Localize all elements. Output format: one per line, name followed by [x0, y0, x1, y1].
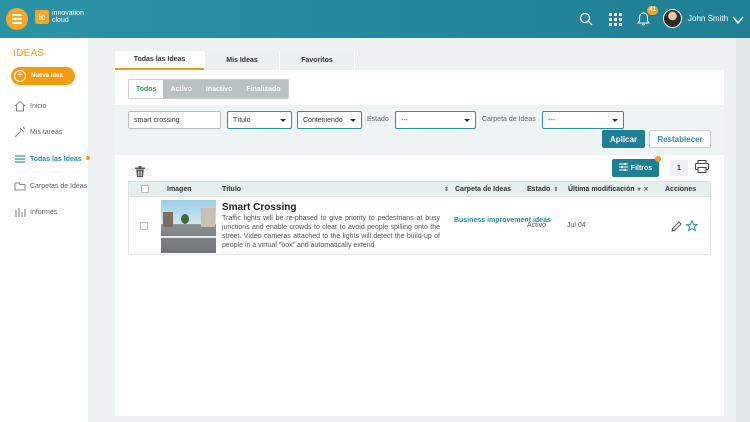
sidebar-title: IDEAS — [13, 48, 45, 59]
bell-icon[interactable]: 41 — [634, 6, 658, 28]
sidebar-item-label: Mis tareas — [30, 128, 63, 136]
sidebar-item-inicio[interactable]: Inicio — [0, 95, 88, 117]
top-bar: ic innovation cloud 41 John Smith — [0, 0, 750, 38]
sidebar-item-mis-tareas[interactable]: Mis tareas — [0, 121, 88, 143]
caret-down-icon — [612, 118, 618, 122]
home-icon — [13, 100, 26, 113]
sidebar-item-label: Inicio — [30, 102, 47, 110]
results-count: 1 — [670, 160, 688, 176]
idea-tabs: Todas las Ideas Mis Ideas Favoritos — [115, 51, 355, 70]
tab-favoritos[interactable]: Favoritos — [280, 51, 355, 70]
sidebar-item-label: Todas las Ideas — [30, 155, 82, 163]
logo-line2: cloud — [52, 17, 69, 24]
sidebar-item-label: Carpetas de Ideas — [30, 182, 88, 190]
column-header-titulo[interactable]: Título ⇕ — [222, 182, 449, 196]
sliders-icon — [618, 162, 628, 173]
column-header-imagen: Imagen — [167, 185, 192, 193]
apps-grid-icon[interactable] — [606, 10, 624, 28]
table-header: Imagen Título ⇕ Carpeta de Ideas Estado ⇕ … — [128, 181, 711, 197]
sidebar-item-todas-las-ideas[interactable]: Todas las Ideas — [0, 148, 90, 170]
status-finalizado[interactable]: Finalizado — [239, 80, 288, 98]
folder-select[interactable]: --- — [542, 111, 624, 129]
star-favorite-icon[interactable] — [685, 219, 699, 237]
search-input[interactable]: smart crossing — [128, 111, 221, 129]
logo-mark: ic — [35, 10, 49, 24]
caret-down-icon — [464, 118, 470, 122]
reset-button[interactable]: Restablecer — [649, 130, 711, 148]
sidebar-item-informes[interactable]: Informes — [0, 201, 88, 223]
sort-desc-icon[interactable]: ▾ — [638, 186, 641, 193]
hamburger-menu-button[interactable] — [6, 8, 28, 30]
field-select-value: Título — [233, 116, 251, 124]
estado-label: Estado — [367, 116, 389, 123]
filters-label: Filtros — [630, 164, 653, 172]
right-edge-panel — [736, 38, 750, 422]
row-checkbox[interactable] — [140, 222, 148, 230]
plus-icon: + — [14, 70, 26, 82]
tab-mis-ideas[interactable]: Mis Ideas — [205, 51, 280, 70]
status-inactivo[interactable]: Inactivo — [198, 80, 240, 98]
status-segmented-control: Todos Activo Inactivo Finalizado — [128, 79, 289, 99]
filters-button[interactable]: Filtros — [612, 159, 659, 177]
sidebar-item-carpetas[interactable]: Carpetas de Ideas — [0, 175, 88, 197]
folder-select-value: --- — [548, 116, 555, 124]
idea-modified-date: Jul 04 — [567, 222, 586, 229]
status-activo[interactable]: Activo — [163, 80, 199, 98]
idea-description: Traffic lights will be re-phased to give… — [222, 215, 440, 249]
idea-title[interactable]: Smart Crossing — [222, 202, 296, 213]
trash-icon[interactable] — [135, 164, 145, 182]
caret-down-icon — [350, 118, 356, 122]
active-indicator-dot — [86, 156, 90, 160]
status-todos[interactable]: Todos — [129, 80, 164, 98]
mode-select[interactable]: Conteniendo — [297, 111, 362, 129]
notification-badge: 41 — [647, 6, 658, 15]
estado-select-value: --- — [401, 116, 408, 124]
sidebar: IDEAS + Nueva Idea Inicio Mis tareas Tod… — [0, 38, 90, 422]
caret-down-icon — [280, 118, 286, 122]
new-idea-button[interactable]: + Nueva Idea — [11, 67, 75, 85]
edit-pencil-icon[interactable] — [671, 219, 682, 237]
tasks-icon — [13, 126, 26, 139]
chevron-down-icon[interactable] — [732, 12, 744, 30]
search-icon[interactable] — [577, 10, 595, 28]
sort-icon[interactable]: ⇕ — [444, 186, 449, 193]
chart-icon — [13, 206, 26, 219]
list-icon — [13, 153, 26, 166]
apply-button[interactable]: Aplicar — [602, 130, 645, 148]
column-header-carpeta[interactable]: Carpeta de Ideas — [455, 182, 511, 196]
mode-select-value: Conteniendo — [303, 116, 343, 124]
column-header-acciones: Acciones — [665, 185, 697, 193]
logo[interactable]: ic innovation cloud — [35, 10, 84, 24]
column-header-ultima-modificacion[interactable]: Última modificación ▾ ✕ — [568, 182, 649, 196]
idea-status: Activo — [527, 222, 547, 229]
sidebar-item-label: Informes — [30, 208, 58, 216]
field-select[interactable]: Título — [227, 111, 292, 129]
filters-active-dot — [655, 156, 661, 162]
user-name[interactable]: John Smith — [688, 14, 728, 23]
print-icon[interactable] — [695, 160, 709, 178]
folder-label: Carpeta de Ideas — [482, 116, 536, 123]
tab-todas-las-ideas[interactable]: Todas las Ideas — [115, 51, 205, 70]
avatar[interactable] — [663, 9, 682, 28]
select-all-checkbox[interactable] — [141, 185, 149, 193]
sort-icon[interactable]: ⇕ — [553, 186, 558, 193]
folder-icon — [13, 180, 26, 193]
column-header-estado[interactable]: Estado ⇕ — [527, 182, 558, 196]
logo-line1: innovation — [52, 10, 84, 17]
estado-select[interactable]: --- — [395, 111, 476, 129]
idea-thumbnail-image[interactable] — [161, 200, 216, 253]
clear-sort-icon[interactable]: ✕ — [644, 186, 649, 193]
new-idea-label: Nueva Idea — [31, 73, 63, 79]
